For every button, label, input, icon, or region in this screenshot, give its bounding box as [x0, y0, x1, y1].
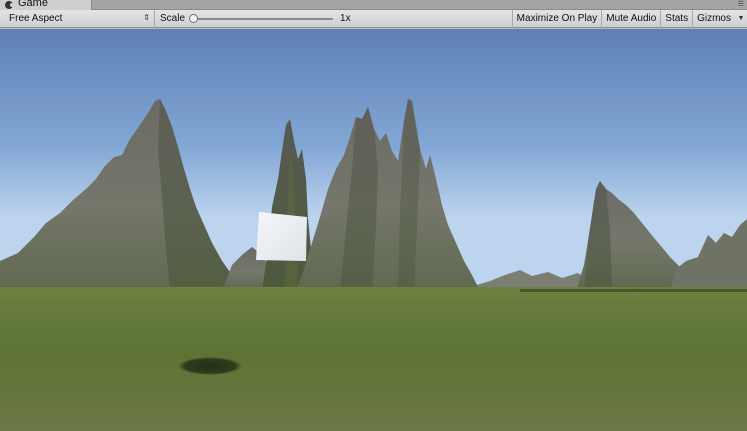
game-view-toolbar: Free Aspect ⇕ Scale 1x Maximize On Play …: [0, 9, 747, 28]
window-tab-bar: Game ☰: [0, 0, 747, 10]
scale-label: Scale: [160, 13, 186, 24]
tab-title: Game: [18, 0, 48, 9]
scale-slider-track[interactable]: [193, 17, 334, 20]
game-tab[interactable]: Game: [0, 0, 92, 10]
gizmos-button[interactable]: Gizmos: [692, 9, 735, 28]
cube[interactable]: [256, 212, 307, 261]
game-scene: [0, 29, 747, 431]
game-viewport[interactable]: [0, 29, 747, 431]
stats-button[interactable]: Stats: [660, 9, 692, 28]
maximize-on-play-button[interactable]: Maximize On Play: [511, 9, 602, 28]
panel-menu-icon[interactable]: ☰: [738, 1, 744, 8]
scale-value: 1x: [340, 13, 351, 24]
dropdown-triangle-icon[interactable]: ▼: [735, 10, 747, 28]
scale-slider[interactable]: [189, 10, 334, 28]
aspect-label: Free Aspect: [9, 13, 63, 24]
ground-far-strip: [520, 289, 747, 292]
unity-game-icon: [5, 1, 14, 9]
mute-audio-button[interactable]: Mute Audio: [601, 9, 660, 28]
scale-slider-thumb[interactable]: [189, 13, 199, 23]
aspect-dropdown[interactable]: Free Aspect ⇕: [0, 9, 155, 28]
up-down-chevron-icon: ⇕: [143, 12, 150, 22]
ground: [0, 287, 747, 431]
cube-shadow: [178, 357, 242, 375]
